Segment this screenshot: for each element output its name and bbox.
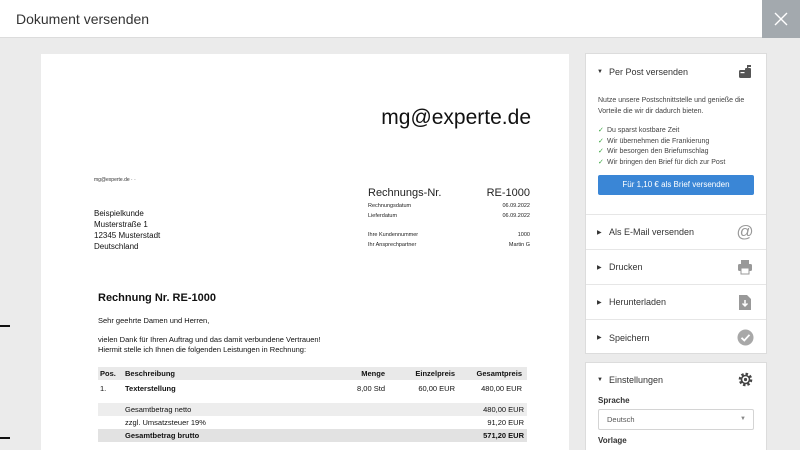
table-cell: Texterstellung — [125, 383, 176, 393]
settings-panel: ▼ Einstellungen Sprache Deutsch ▼ Vorlag… — [585, 362, 767, 450]
mailbox-icon — [736, 63, 754, 81]
total-value: 91,20 EUR — [487, 418, 524, 427]
language-label: Sprache — [598, 396, 630, 405]
caret-down-icon: ▼ — [597, 68, 603, 75]
column-header: Beschreibung — [125, 369, 176, 378]
section-download[interactable]: ▶ Herunterladen — [586, 285, 766, 320]
section-post-label: Per Post versenden — [609, 66, 689, 77]
total-row-net: Gesamtbetrag netto 480,00 EUR — [98, 403, 527, 416]
table-row: 1. Texterstellung 8,00 Std 60,00 EUR 480… — [98, 380, 527, 396]
invoice-intro-text: vielen Dank für Ihren Auftrag und das da… — [98, 335, 321, 355]
benefit-item: ✓ Wir besorgen den Briefumschlag — [598, 147, 754, 158]
close-button[interactable] — [762, 0, 800, 38]
invoice-meta: Rechnungs-Nr. RE-1000 Rechnungsdatum 06.… — [368, 187, 530, 252]
printer-icon — [736, 258, 754, 276]
caret-down-icon: ▼ — [740, 416, 746, 422]
table-cell: 1. — [100, 383, 107, 393]
recipient-address: Beispielkunde Musterstraße 1 12345 Muste… — [94, 208, 160, 252]
meta-label: Ihre Kundennummer — [368, 232, 419, 238]
total-label: zzgl. Umsatzsteuer 19% — [125, 418, 206, 427]
check-icon: ✓ — [598, 158, 604, 166]
caret-right-icon: ▶ — [597, 229, 602, 236]
language-value: Deutsch — [607, 415, 635, 424]
total-row-tax: zzgl. Umsatzsteuer 19% 91,20 EUR — [98, 416, 527, 429]
send-options-panel: ▼ Per Post versenden Nutze unsere Postsc… — [585, 53, 767, 354]
section-post[interactable]: ▼ Per Post versenden — [586, 54, 766, 89]
caret-down-icon: ▼ — [597, 376, 603, 383]
check-icon: ✓ — [598, 137, 604, 145]
meta-label: Lieferdatum — [368, 213, 398, 219]
meta-value: 06.09.2022 — [502, 203, 530, 209]
section-settings[interactable]: ▼ Einstellungen — [586, 363, 766, 396]
body-line: Hiermit stelle ich Ihnen die folgenden L… — [98, 345, 307, 354]
table-cell: 8,00 Std — [357, 383, 385, 393]
total-value: 571,20 EUR — [483, 431, 524, 440]
section-email[interactable]: ▶ Als E-Mail versenden @ — [586, 215, 766, 250]
benefit-item: ✓ Wir bringen den Brief für dich zur Pos… — [598, 158, 754, 169]
caret-right-icon: ▶ — [597, 264, 602, 271]
check-circle-icon — [736, 329, 754, 347]
benefit-text: Wir besorgen den Briefumschlag — [607, 148, 709, 155]
send-as-letter-button[interactable]: Für 1,10 € als Brief versenden — [598, 175, 754, 195]
recipient-line: Deutschland — [94, 242, 139, 251]
meta-value: 1000 — [517, 232, 530, 238]
benefit-text: Wir bringen den Brief für dich zur Post — [607, 158, 726, 166]
recipient-line: Beispielkunde — [94, 209, 144, 218]
invoice-table: Pos. Beschreibung Menge Einzelpreis Gesa… — [98, 367, 527, 442]
template-label: Vorlage — [598, 436, 627, 445]
benefit-item: ✓ Wir übernehmen die Frankierung — [598, 137, 754, 148]
section-settings-label: Einstellungen — [609, 374, 664, 385]
section-save-label: Speichern — [609, 332, 650, 343]
total-label: Gesamtbetrag netto — [125, 405, 192, 414]
table-cell: 480,00 EUR — [481, 383, 522, 393]
meta-value: Martin G — [508, 242, 530, 248]
invoice-title: Rechnung Nr. RE-1000 — [98, 292, 216, 304]
body-line: vielen Dank für Ihren Auftrag und das da… — [98, 335, 321, 344]
check-icon: ✓ — [598, 127, 604, 134]
section-download-label: Herunterladen — [609, 297, 667, 307]
salutation: Sehr geehrte Damen und Herren, — [98, 316, 210, 325]
gear-icon — [736, 371, 754, 389]
fold-mark — [0, 325, 10, 327]
invoice-number-label: Rechnungs-Nr. — [368, 187, 442, 199]
check-icon: ✓ — [598, 148, 604, 155]
section-save[interactable]: ▶ Speichern — [586, 320, 766, 355]
section-email-label: Als E-Mail versenden — [609, 227, 695, 237]
language-select[interactable]: Deutsch ▼ — [598, 409, 754, 430]
meta-value: 06.09.2022 — [502, 213, 530, 219]
dialog-title: Dokument versenden — [16, 11, 150, 27]
column-header: Pos. — [100, 369, 116, 378]
caret-right-icon: ▶ — [597, 335, 602, 341]
at-icon: @ — [736, 222, 754, 241]
section-print[interactable]: ▶ Drucken — [586, 250, 766, 285]
benefit-text: Du sparst kostbare Zeit — [607, 127, 680, 134]
fold-mark — [0, 437, 10, 439]
benefit-text: Wir übernehmen die Frankierung — [607, 137, 710, 145]
column-header: Menge — [361, 369, 385, 378]
post-intro: Nutze unsere Postschnittstelle und genie… — [598, 97, 745, 115]
meta-label: Ihr Ansprechpartner — [368, 242, 417, 248]
column-header: Gesamtpreis — [476, 369, 522, 378]
close-icon — [774, 12, 788, 26]
invoice-number: RE-1000 — [486, 187, 530, 199]
recipient-line: Musterstraße 1 — [94, 220, 148, 229]
table-header: Pos. Beschreibung Menge Einzelpreis Gesa… — [98, 367, 527, 380]
dialog-header: Dokument versenden — [0, 0, 800, 38]
section-print-label: Drucken — [609, 262, 643, 272]
document-preview: mg@experte.de mg@experte.de · · Beispiel… — [41, 54, 569, 450]
sender-line: mg@experte.de · · — [94, 177, 136, 183]
download-file-icon — [736, 293, 754, 311]
total-row-gross: Gesamtbetrag brutto 571,20 EUR — [98, 429, 527, 442]
sender-email-heading: mg@experte.de — [381, 106, 531, 129]
table-cell: 60,00 EUR — [418, 383, 455, 393]
column-header: Einzelpreis — [415, 369, 455, 378]
caret-right-icon: ▶ — [597, 299, 602, 306]
benefit-item: ✓ Du sparst kostbare Zeit — [598, 126, 754, 137]
recipient-line: 12345 Musterstadt — [94, 231, 161, 240]
post-section-body: Nutze unsere Postschnittstelle und genie… — [586, 89, 766, 215]
total-value: 480,00 EUR — [483, 405, 524, 414]
total-label: Gesamtbetrag brutto — [125, 431, 200, 440]
meta-label: Rechnungsdatum — [368, 203, 412, 209]
